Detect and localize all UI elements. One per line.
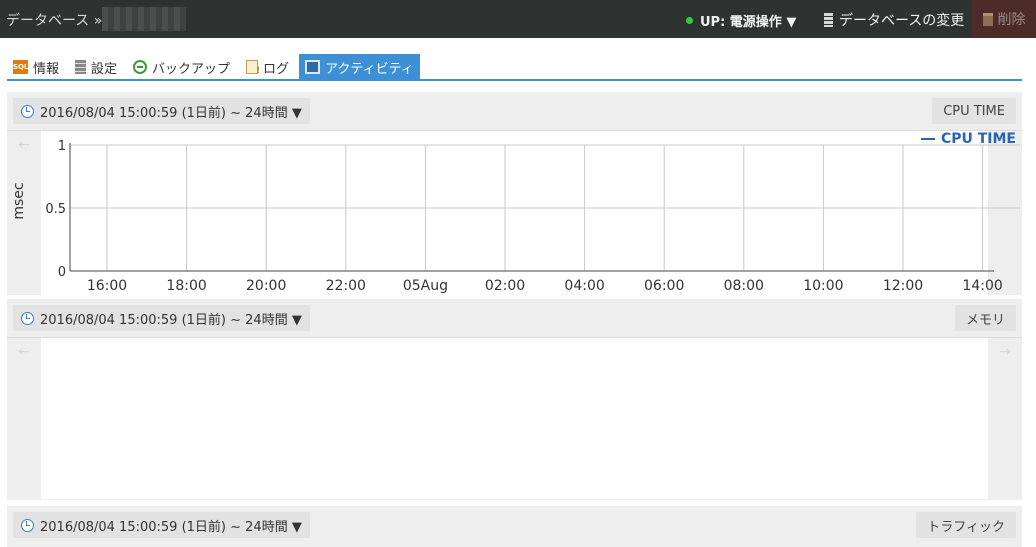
cpu-time-panel: 2016/08/04 15:00:59 (1日前) ~ 24時間 ▼ CPU T… <box>7 92 1022 295</box>
x-tick-label: 12:00 <box>883 278 923 294</box>
x-tick-label: 08:00 <box>724 278 764 294</box>
tab-underline <box>7 79 1022 81</box>
power-status-label: UP: 電源操作 ▼ <box>700 15 797 30</box>
chart-legend[interactable]: CPU TIME <box>920 131 1016 147</box>
prev-arrow-icon[interactable]: ← <box>7 338 41 499</box>
database-name-redacted <box>102 7 186 31</box>
cpu-chart-area: ← 0 0.5 1 16:00 18:00 20:00 22:00 05Aug 02:00 04:… <box>7 130 1022 295</box>
memory-chart-area: ← → <box>7 337 1022 499</box>
y-axis-label: msec <box>11 182 27 220</box>
panel-header: 2016/08/04 15:00:59 (1日前) ~ 24時間 ▼ メモリ <box>7 299 1022 337</box>
tab-log[interactable]: ログ <box>240 54 295 80</box>
tab-backup[interactable]: バックアップ <box>127 54 236 80</box>
x-tick-label: 22:00 <box>326 278 366 294</box>
clock-icon <box>21 311 34 325</box>
x-tick-label: 20:00 <box>246 278 286 294</box>
panel-header: 2016/08/04 15:00:59 (1日前) ~ 24時間 ▼ トラフィッ… <box>7 506 1022 544</box>
legend-line-icon <box>920 138 935 140</box>
tab-activity[interactable]: アクティビティ <box>299 54 420 80</box>
date-range-selector[interactable]: 2016/08/04 15:00:59 (1日前) ~ 24時間 ▼ <box>13 305 310 331</box>
log-icon <box>246 60 260 76</box>
metric-selector[interactable]: トラフィック <box>916 512 1016 538</box>
x-tick-label: 10:00 <box>803 278 843 294</box>
date-range-label: 2016/08/04 15:00:59 (1日前) ~ 24時間 ▼ <box>40 519 302 535</box>
tab-label: ログ <box>263 61 290 77</box>
change-database-label: データベースの変更 <box>839 13 965 29</box>
cpu-time-chart: 0 0.5 1 16:00 18:00 20:00 22:00 05Aug 02:00 04:00… <box>45 139 1020 294</box>
metric-selector[interactable]: CPU TIME <box>932 98 1016 124</box>
x-tick-label: 05Aug <box>403 278 448 294</box>
delete-label: 削除 <box>997 12 1026 28</box>
clock-icon <box>21 104 34 118</box>
date-range-selector[interactable]: 2016/08/04 15:00:59 (1日前) ~ 24時間 ▼ <box>13 512 310 538</box>
tab-label: 設定 <box>91 61 118 77</box>
top-bar: データベース » UP: 電源操作 ▼ データベースの変更 削除 <box>0 0 1036 38</box>
change-database-button[interactable]: データベースの変更 <box>824 10 964 30</box>
y-tick-label: 0 <box>58 265 66 280</box>
x-tick-label: 14:00 <box>962 278 1002 294</box>
tab-settings[interactable]: 設定 <box>69 54 123 80</box>
settings-icon <box>75 60 87 74</box>
legend-label: CPU TIME <box>940 131 1016 147</box>
x-tick-label: 02:00 <box>485 278 525 294</box>
status-dot-icon <box>686 17 693 24</box>
tab-label: アクティビティ <box>325 61 414 77</box>
tab-info[interactable]: SQL 情報 <box>7 54 65 80</box>
y-tick-label: 0.5 <box>45 202 66 217</box>
clock-icon <box>21 518 34 532</box>
sql-icon: SQL <box>13 60 28 74</box>
activity-icon <box>305 60 321 74</box>
metric-selector[interactable]: メモリ <box>954 305 1016 331</box>
x-tick-label: 06:00 <box>644 278 684 294</box>
trash-icon <box>982 12 993 26</box>
memory-panel: 2016/08/04 15:00:59 (1日前) ~ 24時間 ▼ メモリ ←… <box>7 299 1022 500</box>
backup-icon <box>133 60 148 74</box>
tab-label: バックアップ <box>152 61 231 77</box>
breadcrumb[interactable]: データベース » <box>6 10 102 30</box>
traffic-panel: 2016/08/04 15:00:59 (1日前) ~ 24時間 ▼ トラフィッ… <box>7 506 1022 547</box>
y-tick-label: 1 <box>58 139 66 154</box>
panel-header: 2016/08/04 15:00:59 (1日前) ~ 24時間 ▼ CPU T… <box>7 92 1022 130</box>
date-range-selector[interactable]: 2016/08/04 15:00:59 (1日前) ~ 24時間 ▼ <box>13 98 310 124</box>
x-tick-label: 18:00 <box>166 278 206 294</box>
tab-label: 情報 <box>33 61 60 77</box>
tab-bar: SQL 情報 設定 バックアップ ログ アクティビティ <box>7 54 424 80</box>
database-icon <box>824 13 833 27</box>
date-range-label: 2016/08/04 15:00:59 (1日前) ~ 24時間 ▼ <box>40 105 302 121</box>
date-range-label: 2016/08/04 15:00:59 (1日前) ~ 24時間 ▼ <box>40 312 302 328</box>
x-tick-label: 04:00 <box>564 278 604 294</box>
next-arrow-icon[interactable]: → <box>988 338 1022 499</box>
x-tick-label: 16:00 <box>87 278 127 294</box>
power-status-menu[interactable]: UP: 電源操作 ▼ <box>686 11 796 30</box>
delete-button[interactable]: 削除 <box>972 0 1036 38</box>
